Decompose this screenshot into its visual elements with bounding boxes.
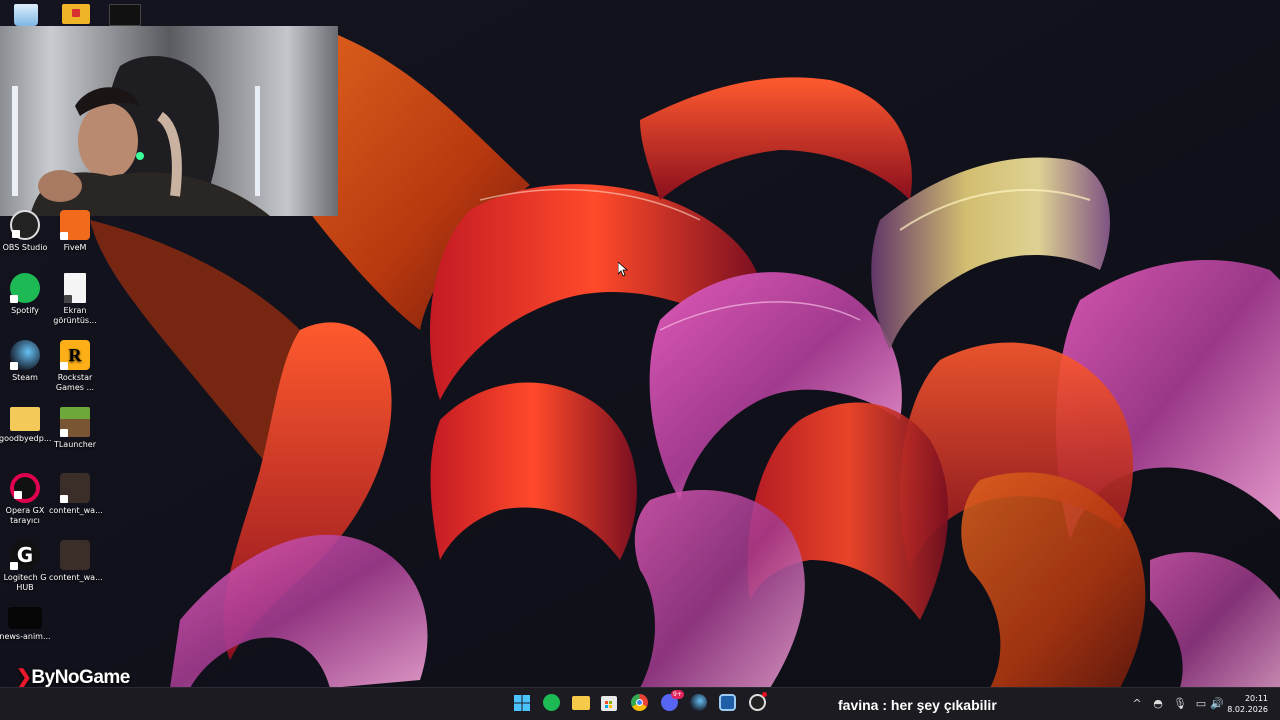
desktop-icon-label: Opera GX tarayıcı — [5, 506, 45, 525]
desktop-icon-label: OBS Studio — [2, 243, 48, 252]
tray-microphone-icon[interactable]: 🎙 — [1173, 697, 1187, 711]
desktop-icon-label: Spotify — [11, 306, 39, 315]
windows-start-button[interactable] — [513, 694, 533, 714]
desktop-icon-label: Steam — [12, 373, 38, 382]
taskbar-discord-button[interactable]: 9+ — [661, 690, 684, 714]
clock-time: 20:11 — [1244, 694, 1268, 703]
chat-username: favina — [838, 697, 879, 713]
chrome-icon — [631, 694, 648, 711]
desktop-icon-label: Logitech G HUB — [3, 573, 47, 592]
desktop-icon-opera-gx[interactable]: Opera GX tarayıcı — [0, 473, 51, 526]
taskbar-steamvr-button[interactable] — [719, 694, 739, 714]
app-icon — [719, 694, 736, 711]
taskbar-steam-button[interactable] — [690, 694, 710, 714]
screenshot-file-icon — [64, 273, 86, 303]
desktop-icon-rockstar[interactable]: R Rockstar Games ... — [49, 340, 101, 393]
taskbar-obs-button[interactable] — [749, 692, 769, 714]
steam-icon — [690, 694, 707, 711]
clock-date: 8.02.2026 — [1227, 705, 1268, 714]
folder-icon — [10, 407, 40, 431]
store-icon — [601, 696, 617, 711]
tray-steam-icon[interactable]: ◓ — [1151, 697, 1165, 711]
bynogame-mark-icon: ❯ — [16, 667, 32, 688]
desktop-icon-label: Ekran görüntüs... — [53, 306, 97, 325]
desktop-icon-obs-studio[interactable]: OBS Studio — [0, 210, 51, 253]
taskbar-file-explorer-button[interactable] — [572, 694, 592, 714]
steam-icon — [10, 340, 40, 370]
spotify-icon — [543, 694, 560, 711]
webcam-overlay — [0, 26, 338, 216]
chat-message: her şey çıkabilir — [890, 697, 997, 713]
desktop-icon-folder[interactable] — [50, 4, 102, 27]
logitech-g-icon: G — [10, 540, 40, 570]
taskbar-chrome-button[interactable] — [631, 694, 651, 714]
recording-indicator — [762, 692, 767, 697]
desktop-icon-label: goodbyedp... — [0, 434, 52, 443]
tray-volume-icon[interactable]: 🔊 — [1210, 697, 1224, 711]
desktop-icon-ekran-goruntusu[interactable]: Ekran görüntüs... — [49, 273, 101, 326]
chat-separator: : — [878, 697, 891, 713]
tlauncher-icon — [60, 407, 90, 437]
desktop-icon-steam[interactable]: Steam — [0, 340, 51, 383]
desktop-icon-label: FiveM — [63, 243, 87, 252]
desktop-icon-content-warning-1[interactable]: content_wa... — [49, 473, 103, 516]
desktop-icon-logitech-ghub[interactable]: G Logitech G HUB — [0, 540, 51, 593]
content-warning-icon — [60, 540, 90, 570]
desktop-icon-label: content_wa... — [49, 573, 103, 582]
system-clock[interactable]: 20:11 8.02.2026 — [1227, 693, 1268, 715]
obs-icon — [10, 210, 40, 240]
tray-overflow-chevron[interactable]: ^ — [1130, 697, 1144, 711]
taskbar-spotify-button[interactable] — [543, 694, 563, 714]
desktop-icon-label: news-anim... — [0, 632, 51, 641]
discord-badge: 9+ — [671, 690, 684, 699]
mouse-cursor-icon — [618, 262, 628, 277]
desktop-icon-goodbyedpi[interactable]: goodbyedp... — [0, 407, 51, 444]
folder-icon — [572, 696, 590, 710]
windows-logo-icon — [514, 695, 530, 711]
desktop-icon-recycle-bin[interactable] — [0, 4, 52, 29]
desktop-icon-label: Rockstar Games ... — [55, 373, 95, 392]
taskbar-store-button[interactable] — [601, 694, 621, 714]
opera-gx-icon — [10, 473, 40, 503]
recycle-bin-icon — [14, 4, 38, 26]
bynogame-logo: ❯ByNoGame — [16, 666, 130, 689]
desktop-icon-fivem[interactable]: FiveM — [49, 210, 101, 253]
desktop-icon-news-animation[interactable]: news-anim... — [0, 607, 51, 642]
content-warning-icon — [60, 473, 90, 503]
folder-icon — [62, 4, 90, 24]
fivem-icon — [60, 210, 90, 240]
desktop-icon-label: TLauncher — [53, 440, 97, 449]
brand-text: ByNoGame — [31, 667, 130, 688]
desktop-icon-content-warning-2[interactable]: content_wa... — [49, 540, 103, 583]
rockstar-icon: R — [60, 340, 90, 370]
video-file-icon — [8, 607, 42, 629]
desktop-icon-spotify[interactable]: Spotify — [0, 273, 51, 316]
video-thumbnail-icon — [109, 4, 141, 26]
tray-display-icon[interactable]: ▭ — [1194, 697, 1208, 711]
taskbar: 9+ ^ ◓ 🎙 ▭ 🔊 — [0, 687, 1280, 720]
spotify-icon — [10, 273, 40, 303]
desktop-icon-video[interactable] — [99, 4, 151, 29]
chat-overlay: favina : her şey çıkabilir — [838, 697, 997, 713]
desktop-icon-tlauncher[interactable]: TLauncher — [49, 407, 101, 450]
desktop-icon-label: content_wa... — [49, 506, 103, 515]
